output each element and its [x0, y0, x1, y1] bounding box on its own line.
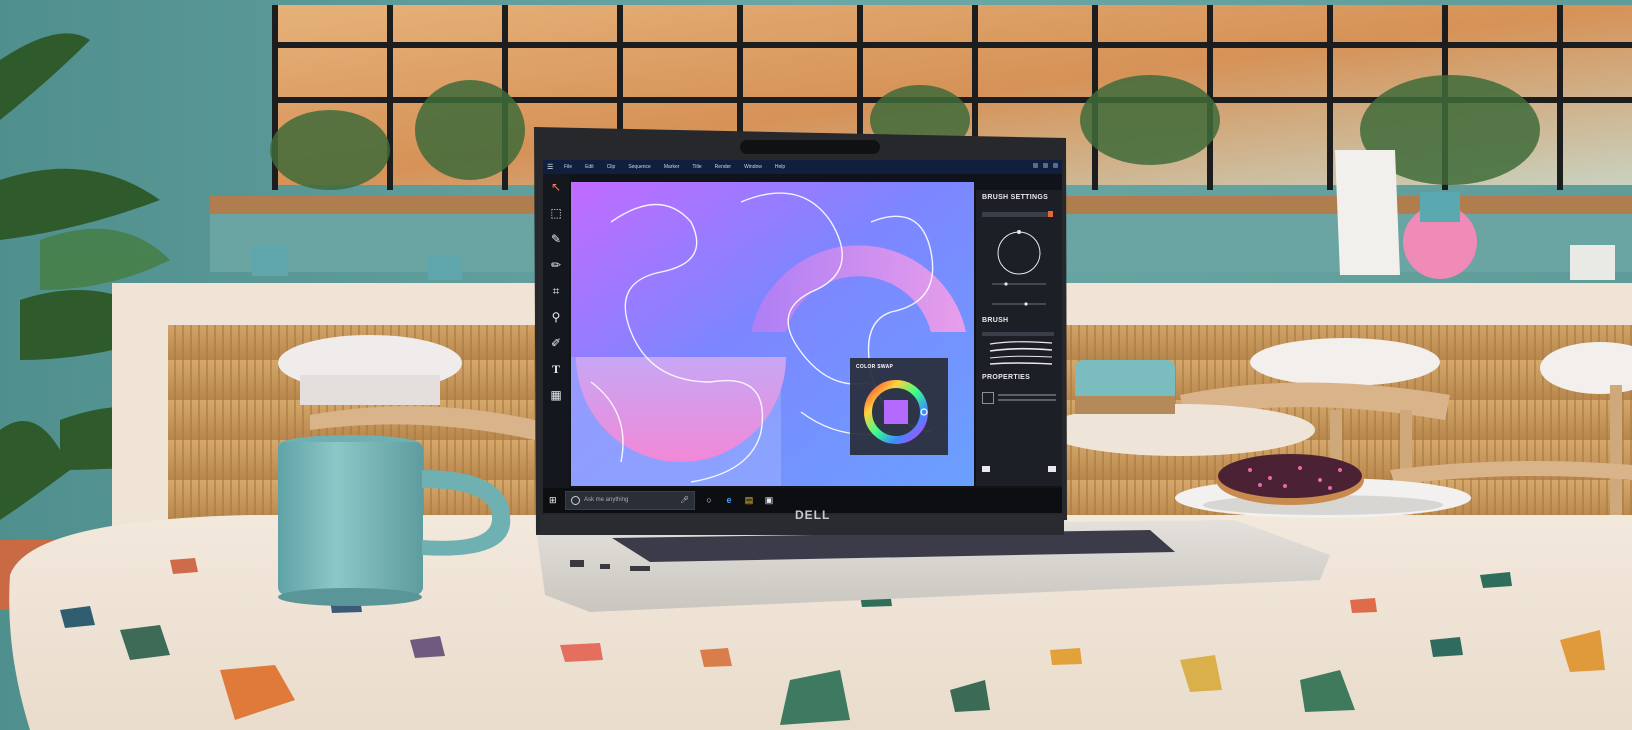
- brush-preset-dropdown[interactable]: [982, 212, 1048, 217]
- tool-palette: ↖ ⬚ ✎ ✏ ⌗ ⚲ ✐ T ▦: [543, 174, 569, 488]
- panel-action-icon[interactable]: [1048, 466, 1056, 472]
- edge-browser-icon[interactable]: e: [723, 494, 735, 506]
- select-tool-icon[interactable]: ⬚: [543, 200, 569, 226]
- hamburger-menu-icon[interactable]: ☰: [547, 163, 555, 171]
- brush-stroke-list[interactable]: [976, 338, 1062, 368]
- pencil-tool-icon[interactable]: ✏: [543, 252, 569, 278]
- app-menubar: ☰ File Edit Clip Sequence Marker Title R…: [543, 160, 1062, 174]
- minimize-icon[interactable]: [1033, 163, 1038, 168]
- cortana-icon[interactable]: [571, 496, 580, 505]
- menu-item-file[interactable]: File: [564, 164, 572, 170]
- property-row: [998, 394, 1056, 396]
- close-icon[interactable]: [1053, 163, 1058, 168]
- windows-start-icon[interactable]: ⊞: [549, 495, 559, 505]
- menu-item-window[interactable]: Window: [744, 164, 762, 170]
- window-controls: [1033, 163, 1058, 168]
- color-wheel[interactable]: [850, 358, 948, 455]
- brush-type-dropdown[interactable]: [982, 332, 1054, 336]
- menu-item-clip[interactable]: Clip: [607, 164, 616, 170]
- brush-settings-title: BRUSH SETTINGS: [982, 194, 1049, 201]
- eyedropper-tool-icon[interactable]: ✐: [543, 330, 569, 356]
- menu-item-title[interactable]: Title: [692, 164, 701, 170]
- photo-scene: ☰ File Edit Clip Sequence Marker Title R…: [0, 0, 1632, 730]
- text-tool-icon[interactable]: T: [543, 356, 569, 382]
- property-thumbnail[interactable]: [982, 392, 994, 404]
- maximize-icon[interactable]: [1043, 163, 1048, 168]
- layer-tool-icon[interactable]: ▦: [543, 382, 569, 408]
- menu-item-marker[interactable]: Marker: [664, 164, 680, 170]
- taskbar-search-box[interactable]: Ask me anything 🎤︎: [565, 491, 695, 510]
- menu-item-render[interactable]: Render: [715, 164, 731, 170]
- brush-tool-icon[interactable]: ✎: [543, 226, 569, 252]
- menu-item-help[interactable]: Help: [775, 164, 785, 170]
- panel-action-icon[interactable]: [982, 466, 990, 472]
- zoom-tool-icon[interactable]: ⚲: [543, 304, 569, 330]
- brush-title: BRUSH: [982, 317, 1009, 324]
- property-row: [998, 399, 1056, 401]
- menu-item-sequence[interactable]: Sequence: [628, 164, 651, 170]
- crop-tool-icon[interactable]: ⌗: [543, 278, 569, 304]
- dell-logo: DELL: [795, 508, 831, 522]
- color-swatch[interactable]: [884, 400, 908, 424]
- brush-settings-panel: BRUSH SETTINGS BRUSH PROPERTIES: [976, 190, 1062, 486]
- preset-color-chip[interactable]: [1048, 211, 1053, 217]
- menu-item-edit[interactable]: Edit: [585, 164, 594, 170]
- laptop-screen: ☰ File Edit Clip Sequence Marker Title R…: [543, 160, 1062, 513]
- task-view-icon[interactable]: ○: [703, 494, 715, 506]
- microphone-icon[interactable]: 🎤︎: [680, 496, 689, 504]
- file-explorer-icon[interactable]: ▤: [743, 494, 755, 506]
- brush-size-dial[interactable]: [976, 220, 1062, 310]
- pointer-tool-icon[interactable]: ↖: [543, 174, 569, 200]
- properties-title: PROPERTIES: [982, 374, 1031, 381]
- color-swap-panel: COLOR SWAP: [850, 358, 948, 455]
- store-icon[interactable]: ▣: [763, 494, 775, 506]
- search-placeholder: Ask me anything: [584, 497, 629, 503]
